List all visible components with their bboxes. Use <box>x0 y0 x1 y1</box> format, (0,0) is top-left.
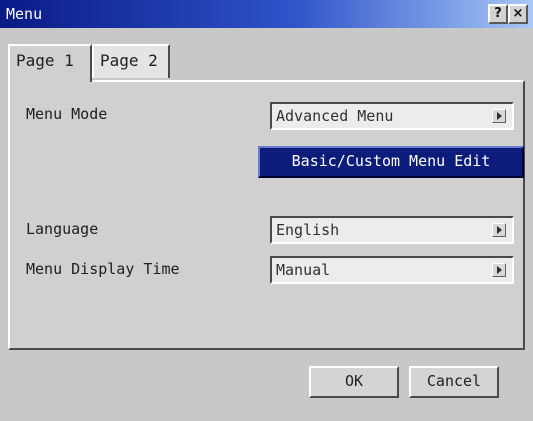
tab-page-2-label: Page 2 <box>100 51 158 70</box>
language-value: English <box>276 221 340 239</box>
menu-mode-value: Advanced Menu <box>276 107 394 125</box>
ok-button[interactable]: OK <box>309 366 399 398</box>
menu-dialog: Menu ? × Page 1 Page 2 Menu Mode Advance… <box>0 0 533 421</box>
language-label: Language <box>26 220 99 238</box>
menu-mode-arrow-icon[interactable] <box>492 109 506 123</box>
close-button[interactable]: × <box>508 4 528 24</box>
tab-page-1-label: Page 1 <box>16 51 74 70</box>
title-bar[interactable]: Menu ? × <box>0 0 533 28</box>
menu-display-time-arrow-icon[interactable] <box>492 263 506 277</box>
menu-mode-select[interactable]: Advanced Menu <box>270 102 514 130</box>
language-arrow-icon[interactable] <box>492 223 506 237</box>
cancel-button[interactable]: Cancel <box>409 366 499 398</box>
help-button[interactable]: ? <box>488 4 508 24</box>
menu-display-time-select[interactable]: Manual <box>270 256 514 284</box>
menu-mode-label: Menu Mode <box>26 105 108 123</box>
settings-panel: Menu Mode Advanced Menu Basic/Custom Men… <box>8 80 525 350</box>
menu-display-time-value: Manual <box>276 261 331 279</box>
basic-custom-menu-edit-button[interactable]: Basic/Custom Menu Edit <box>258 146 524 178</box>
tab-page-1[interactable]: Page 1 <box>8 44 92 82</box>
tab-page-2[interactable]: Page 2 <box>92 44 170 78</box>
language-select[interactable]: English <box>270 216 514 244</box>
window-title: Menu <box>6 5 43 23</box>
menu-display-time-label: Menu Display Time <box>26 260 180 278</box>
